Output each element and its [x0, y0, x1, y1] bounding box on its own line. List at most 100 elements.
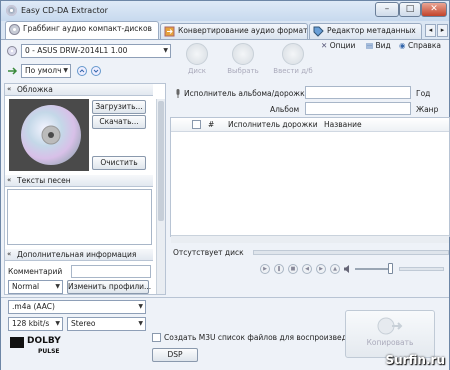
disc-status: Отсутствует диск: [173, 248, 244, 257]
scroll-thumb[interactable]: [158, 101, 164, 221]
speed-select-value: По умолч: [25, 66, 62, 75]
play-icon[interactable]: ▶: [260, 264, 270, 274]
column-track-artist[interactable]: Исполнитель дорожки: [228, 120, 318, 129]
edit-profiles-button[interactable]: Изменить профили...: [67, 280, 151, 294]
view-icon: ▤: [366, 41, 374, 50]
help-menu[interactable]: ◉ Справка: [399, 41, 441, 50]
cd-disc-icon: [21, 105, 81, 165]
tools-icon: ✕: [321, 41, 328, 50]
lyrics-header[interactable]: « Тексты песен: [5, 175, 153, 187]
tab-converting-label: Конвертирование аудио форматов: [178, 26, 308, 35]
tab-metadata[interactable]: Редактор метаданных: [309, 23, 422, 39]
genre-label: Жанр: [416, 105, 439, 114]
insert-button[interactable]: Ввести д/б: [273, 43, 313, 75]
dolby-pulse-logo: DOLBY PULSE: [10, 336, 70, 358]
tag-icon: [313, 26, 324, 37]
copy-button-label: Копировать: [366, 338, 414, 347]
help-icon: ◉: [399, 41, 406, 50]
cover-art: [9, 99, 89, 171]
balance-slider[interactable]: [399, 267, 444, 271]
chevron-down-icon: ▼: [163, 47, 168, 54]
m3u-checkbox[interactable]: [152, 333, 161, 342]
select-gear-icon: [232, 43, 254, 65]
help-label: Справка: [407, 41, 441, 50]
lyrics-textarea[interactable]: [7, 189, 152, 245]
artist-input[interactable]: [305, 86, 411, 99]
pause-icon[interactable]: ❚: [274, 264, 284, 274]
select-all-checkbox[interactable]: [192, 120, 201, 129]
bitrate-select-value: 128 kbit/s: [12, 319, 50, 328]
speed-select[interactable]: По умолч ▼: [21, 64, 71, 78]
title-bar: Easy CD-DA Extractor – □ ✕: [1, 1, 449, 21]
left-panel-scrollbar[interactable]: [156, 99, 165, 294]
drive-select-value: 0 - ASUS DRW-2014L1 1.00: [25, 46, 128, 55]
artist-label: Исполнитель альбома/дорожки: [184, 89, 310, 98]
chevron-down-icon: ▼: [55, 320, 60, 327]
next-icon[interactable]: ▶: [316, 264, 326, 274]
tab-converting[interactable]: Конвертирование аудио форматов: [160, 23, 308, 39]
chevron-up-icon: «: [7, 85, 12, 93]
prev-icon[interactable]: ◀: [302, 264, 312, 274]
column-number[interactable]: #: [208, 120, 214, 129]
dolby-dd-icon: [10, 337, 24, 348]
microphone-icon: [176, 89, 180, 98]
m3u-label: Создать M3U список файлов для воспроизве…: [164, 333, 366, 342]
disc-icon: [186, 43, 208, 65]
speaker-icon[interactable]: [343, 264, 353, 274]
options-menu[interactable]: ✕ Опции: [321, 41, 355, 50]
eject-disc-icon[interactable]: ▲: [330, 264, 340, 274]
select-button[interactable]: Выбрать: [223, 43, 263, 75]
chevron-down-icon: ▼: [138, 320, 143, 327]
album-label: Альбом: [270, 105, 300, 114]
watermark-text: Surfin.ru: [385, 353, 445, 367]
extra-info-header[interactable]: « Дополнительная информация: [5, 249, 153, 261]
minimize-button[interactable]: –: [375, 2, 399, 17]
clear-cover-button[interactable]: Очистить: [92, 156, 146, 170]
close-button[interactable]: ✕: [421, 2, 447, 17]
maximize-button[interactable]: □: [399, 2, 421, 17]
insert-arrow-icon: [282, 43, 304, 65]
insert-button-label: Ввести д/б: [273, 67, 313, 75]
tab-scroll-right-icon[interactable]: ▸: [437, 24, 448, 37]
pulse-text: PULSE: [38, 348, 60, 355]
bitrate-select[interactable]: 128 kbit/s ▼: [8, 317, 63, 331]
view-label: Вид: [375, 41, 391, 50]
tab-ripping-label: Граббинг аудио компакт-дисков: [23, 24, 152, 33]
cd-icon: [9, 24, 20, 35]
column-title[interactable]: Название: [324, 120, 362, 129]
channels-select[interactable]: Stereo ▼: [67, 317, 146, 331]
year-label: Год: [416, 89, 431, 98]
tab-metadata-label: Редактор метаданных: [327, 26, 416, 35]
cover-header[interactable]: « Обложка: [5, 84, 153, 96]
tab-ripping[interactable]: Граббинг аудио компакт-дисков: [5, 21, 159, 39]
up-icon[interactable]: [77, 66, 87, 76]
track-list: [170, 117, 450, 237]
select-button-label: Выбрать: [227, 67, 259, 75]
volume-thumb[interactable]: [388, 263, 393, 274]
app-window: Easy CD-DA Extractor – □ ✕ Граббинг ауди…: [0, 0, 450, 370]
format-select-value: .m4a (AAC): [12, 302, 55, 311]
load-cover-button[interactable]: Загрузить...: [92, 100, 146, 114]
app-cd-icon: [6, 5, 17, 16]
chevron-down-icon: ▼: [138, 303, 143, 310]
download-cover-button[interactable]: Скачать...: [92, 115, 146, 129]
view-menu[interactable]: ▤ Вид: [366, 41, 391, 50]
format-select[interactable]: .m4a (AAC) ▼: [8, 300, 146, 314]
drive-select[interactable]: 0 - ASUS DRW-2014L1 1.00 ▼: [21, 44, 171, 58]
comment-input[interactable]: [71, 265, 151, 278]
down-icon[interactable]: [91, 66, 101, 76]
copy-button[interactable]: Копировать: [345, 310, 435, 358]
profile-select[interactable]: Normal ▼: [8, 280, 63, 294]
playback-progress[interactable]: [253, 250, 449, 255]
stop-icon[interactable]: ■: [288, 264, 298, 274]
album-input[interactable]: [305, 102, 411, 115]
tab-scroll-left-icon[interactable]: ◂: [425, 24, 436, 37]
disk-button[interactable]: Диск: [177, 43, 217, 75]
volume-slider[interactable]: [355, 268, 389, 270]
dsp-button[interactable]: DSP: [152, 348, 198, 362]
chevron-up-icon: «: [7, 250, 12, 258]
track-list-hscrollbar[interactable]: [171, 235, 449, 243]
disk-button-label: Диск: [187, 67, 207, 75]
eject-icon[interactable]: [7, 46, 17, 56]
lyrics-title: Тексты песен: [17, 176, 71, 185]
